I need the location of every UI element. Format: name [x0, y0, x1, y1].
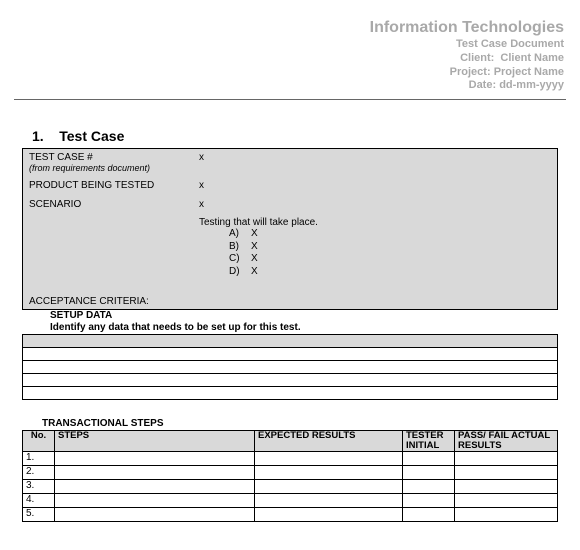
- section-heading: 1. Test Case: [32, 128, 566, 144]
- client-value: Client Name: [500, 52, 564, 64]
- table-row: 3.: [23, 479, 558, 493]
- table-header-row: No. STEPS EXPECTED RESULTS TESTER INITIA…: [23, 431, 558, 452]
- scenario-item-text: X: [251, 253, 258, 264]
- scenario-item-letter: A): [229, 228, 251, 241]
- header-divider: [14, 99, 566, 100]
- row-no: 1.: [23, 451, 55, 465]
- setup-title: SETUP DATA: [50, 310, 112, 321]
- product-row: PRODUCT BEING TESTED x: [29, 179, 551, 192]
- acceptance-criteria-label: ACCEPTANCE CRITERIA:: [29, 296, 551, 307]
- transactional-title: TRANSACTIONAL STEPS: [14, 418, 566, 429]
- scenario-item-letter: C): [229, 253, 251, 266]
- setup-data-table: [22, 334, 558, 400]
- scenario-row: SCENARIO x: [29, 198, 551, 211]
- header-doc-type: Test Case Document: [14, 38, 564, 52]
- header-title: Information Technologies: [14, 18, 564, 38]
- transactional-steps-table: No. STEPS EXPECTED RESULTS TESTER INITIA…: [22, 430, 558, 522]
- date-label: Date:: [469, 79, 497, 91]
- header-project: Project: Project Name: [14, 66, 564, 80]
- scenario-value: x: [199, 199, 204, 210]
- project-label: Project:: [450, 66, 491, 78]
- test-case-number-value: x: [199, 152, 204, 174]
- col-no-header: No.: [23, 431, 55, 452]
- scenario-item-text: X: [251, 228, 258, 239]
- scenario-item-text: X: [251, 241, 258, 252]
- header-date: Date: dd-mm-yyyy: [14, 79, 564, 93]
- row-no: 5.: [23, 507, 55, 521]
- setup-table-row: [23, 348, 558, 361]
- test-case-number-label: TEST CASE #: [29, 152, 93, 163]
- scenario-item: D)X: [229, 266, 551, 279]
- scenario-item: C)X: [229, 253, 551, 266]
- header-client: Client: Client Name: [14, 52, 564, 66]
- document-header: Information Technologies Test Case Docum…: [14, 18, 566, 93]
- row-no: 4.: [23, 493, 55, 507]
- scenario-item-letter: B): [229, 241, 251, 254]
- col-steps-header: STEPS: [55, 431, 255, 452]
- table-row: 5.: [23, 507, 558, 521]
- table-row: 4.: [23, 493, 558, 507]
- setup-table-row: [23, 361, 558, 374]
- product-value: x: [199, 180, 204, 191]
- date-value: dd-mm-yyyy: [499, 79, 564, 91]
- client-label: Client:: [460, 52, 494, 64]
- scenario-description: Testing that will take place.: [199, 217, 551, 228]
- section-title-text: Test Case: [59, 128, 124, 144]
- setup-table-row: [23, 374, 558, 387]
- test-case-number-row: TEST CASE # (from requirements document)…: [29, 151, 551, 175]
- row-no: 3.: [23, 479, 55, 493]
- scenario-item: B)X: [229, 241, 551, 254]
- scenario-item-letter: D): [229, 266, 251, 279]
- scenario-label: SCENARIO: [29, 199, 199, 210]
- setup-table-row: [23, 387, 558, 400]
- table-row: 2.: [23, 465, 558, 479]
- scenario-list: A)X B)X C)X D)X: [229, 228, 551, 278]
- row-no: 2.: [23, 465, 55, 479]
- product-label: PRODUCT BEING TESTED: [29, 180, 199, 191]
- scenario-item-text: X: [251, 266, 258, 277]
- section-number: 1.: [32, 128, 44, 144]
- setup-data-block: SETUP DATA Identify any data that needs …: [22, 310, 558, 400]
- test-case-number-note: (from requirements document): [29, 163, 150, 173]
- col-expected-header: EXPECTED RESULTS: [255, 431, 403, 452]
- project-value: Project Name: [494, 66, 564, 78]
- test-case-info-box: TEST CASE # (from requirements document)…: [22, 148, 558, 310]
- table-row: 1.: [23, 451, 558, 465]
- col-passfail-header: PASS/ FAIL ACTUAL RESULTS: [455, 431, 558, 452]
- scenario-item: A)X: [229, 228, 551, 241]
- setup-desc: Identify any data that needs to be set u…: [50, 322, 301, 333]
- col-tester-header: TESTER INITIAL: [403, 431, 455, 452]
- setup-table-header-row: [23, 335, 558, 348]
